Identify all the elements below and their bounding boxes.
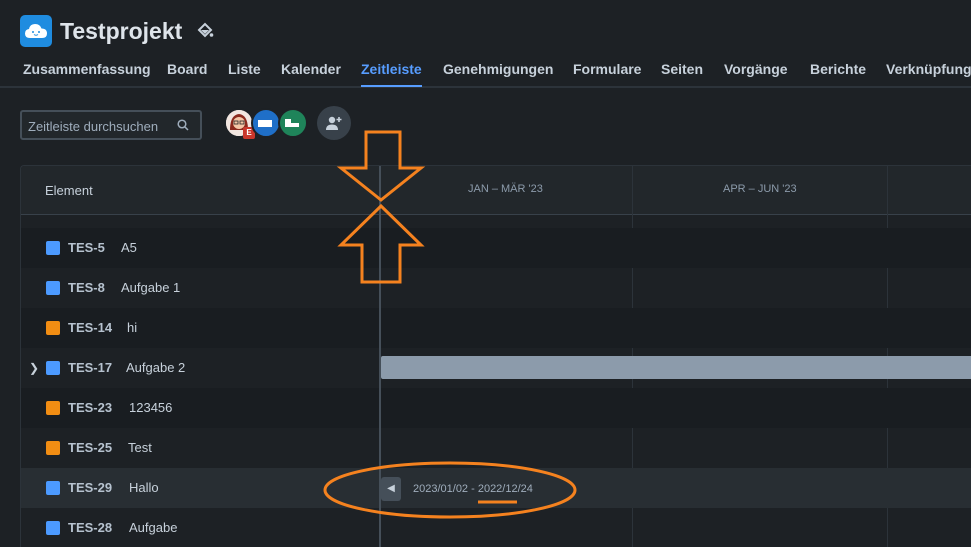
issue-key[interactable]: TES-23 bbox=[68, 400, 112, 415]
avatar[interactable] bbox=[251, 108, 281, 138]
task-checkbox-icon bbox=[46, 281, 60, 295]
table-row[interactable]: TES-14 hi bbox=[21, 308, 971, 348]
task-checkbox-icon bbox=[46, 521, 60, 535]
issue-summary: Hallo bbox=[129, 480, 159, 495]
tab-board[interactable]: Board bbox=[167, 61, 207, 77]
tab-verknuepfungen[interactable]: Verknüpfunge bbox=[886, 61, 971, 77]
timeline-header: Element JAN – MÄR '23 APR – JUN '23 bbox=[21, 166, 971, 215]
tab-berichte[interactable]: Berichte bbox=[810, 61, 866, 77]
page-title: Testprojekt bbox=[60, 17, 183, 44]
add-people-button[interactable] bbox=[317, 106, 351, 140]
paint-bucket-icon[interactable] bbox=[196, 22, 214, 40]
table-row[interactable]: TES-23 123456 bbox=[21, 388, 971, 428]
tab-formulare[interactable]: Formulare bbox=[573, 61, 641, 77]
task-checkbox-icon bbox=[46, 361, 60, 375]
issue-summary: 123456 bbox=[129, 400, 173, 415]
arrow-left-icon[interactable]: ◀ bbox=[381, 477, 401, 501]
issue-key[interactable]: TES-28 bbox=[68, 520, 112, 535]
avatar[interactable] bbox=[278, 108, 308, 138]
search-icon bbox=[177, 119, 189, 131]
issue-summary: Aufgabe 1 bbox=[121, 280, 181, 295]
chevron-right-icon[interactable]: ❯ bbox=[29, 361, 39, 375]
issue-summary: Aufgabe bbox=[129, 520, 178, 535]
table-row[interactable]: TES-25 Test bbox=[21, 428, 971, 468]
table-row[interactable]: TES-5 A5 bbox=[21, 228, 971, 268]
issue-key[interactable]: TES-5 bbox=[68, 240, 105, 255]
issue-summary: Test bbox=[128, 440, 152, 455]
user-avatar-icon bbox=[258, 120, 272, 127]
cloud-icon[interactable] bbox=[20, 15, 52, 47]
issue-key[interactable]: TES-25 bbox=[68, 440, 112, 455]
issue-key[interactable]: TES-17 bbox=[68, 360, 112, 375]
timeline-search bbox=[20, 110, 202, 140]
project-header: Testprojekt bbox=[20, 14, 214, 48]
lightbulb-icon bbox=[46, 441, 60, 455]
issue-summary: hi bbox=[127, 320, 138, 335]
tab-kalender[interactable]: Kalender bbox=[281, 61, 341, 77]
table-row[interactable]: TES-8 Aufgabe 1 bbox=[21, 268, 971, 308]
element-column-header: Element bbox=[45, 183, 93, 198]
tab-vorgaenge[interactable]: Vorgänge bbox=[724, 61, 788, 77]
timeline-view: Element JAN – MÄR '23 APR – JUN '23 TES-… bbox=[20, 165, 971, 547]
table-row[interactable]: TES-28 Aufgabe bbox=[21, 508, 971, 547]
avatar[interactable]: E bbox=[224, 108, 255, 139]
user-avatar-icon bbox=[285, 119, 299, 127]
task-checkbox-icon bbox=[46, 241, 60, 255]
tab-seiten[interactable]: Seiten bbox=[661, 61, 703, 77]
issue-summary: A5 bbox=[121, 240, 137, 255]
issue-key[interactable]: TES-29 bbox=[68, 480, 112, 495]
month-header: APR – JUN '23 bbox=[723, 183, 797, 195]
tab-zeitleiste[interactable]: Zeitleiste bbox=[361, 61, 422, 87]
task-checkbox-icon bbox=[46, 481, 60, 495]
issue-key[interactable]: TES-8 bbox=[68, 280, 105, 295]
search-input[interactable] bbox=[28, 117, 178, 135]
issue-key[interactable]: TES-14 bbox=[68, 320, 112, 335]
tab-genehmigungen[interactable]: Genehmigungen bbox=[443, 61, 553, 77]
month-header: JAN – MÄR '23 bbox=[468, 183, 543, 195]
tab-liste[interactable]: Liste bbox=[228, 61, 261, 77]
lightbulb-icon bbox=[46, 401, 60, 415]
issue-summary: Aufgabe 2 bbox=[126, 360, 186, 375]
schedule-bar[interactable] bbox=[381, 356, 971, 379]
tab-zusammenfassung[interactable]: Zusammenfassung bbox=[23, 61, 151, 77]
date-range-label: 2023/01/02 - 2022/12/24 bbox=[413, 483, 533, 495]
project-nav-tabs: Zusammenfassung Board Liste Kalender Zei… bbox=[0, 58, 971, 88]
add-user-icon bbox=[326, 116, 342, 130]
lightbulb-icon bbox=[46, 321, 60, 335]
